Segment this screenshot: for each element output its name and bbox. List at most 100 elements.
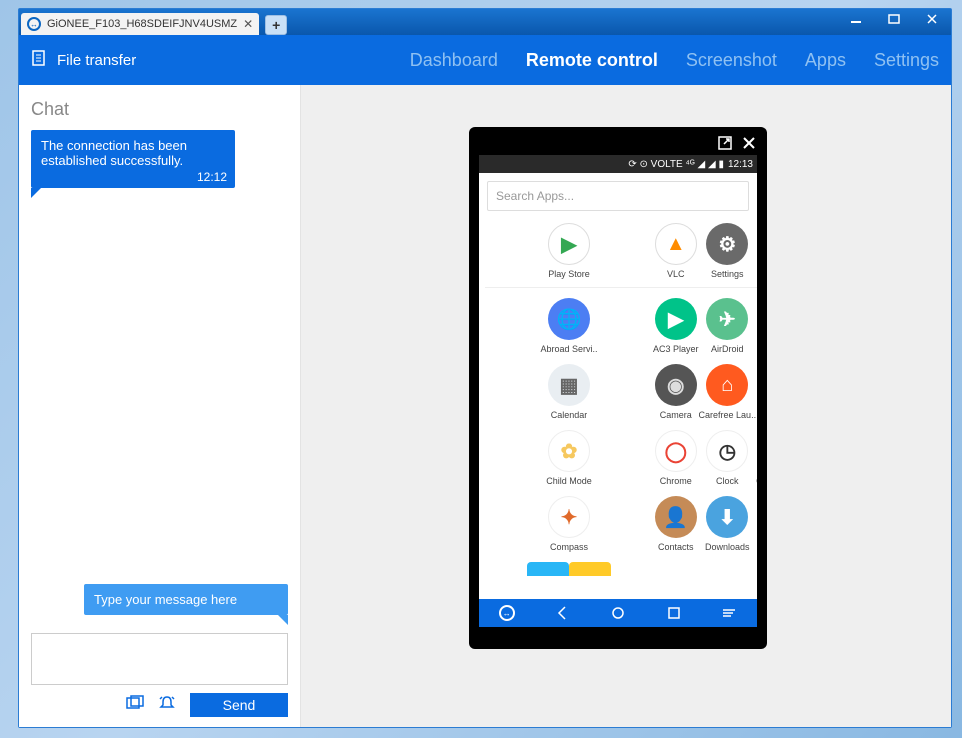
teamviewer-icon: ↔	[27, 17, 41, 31]
status-indicators: ⟳ ⊙ VOLTE ⁴ᴳ ◢ ◢ ▮	[628, 159, 724, 170]
status-time: 12:13	[728, 159, 753, 170]
chat-input[interactable]	[31, 633, 288, 685]
app-icon: ✈	[706, 298, 748, 340]
app-icon: ✦	[548, 496, 590, 538]
app-compass[interactable]: ✦ Compass	[485, 492, 653, 554]
app-item[interactable]	[611, 558, 653, 578]
app-label: Child Mode	[546, 476, 592, 486]
app-window: ↔ GiONEE_F103_H68SDEIFJNV4USMZ ✕ + File …	[18, 8, 952, 728]
device-screen[interactable]: ⟳ ⊙ VOLTE ⁴ᴳ ◢ ◢ ▮ 12:13 Search Apps... …	[479, 155, 757, 627]
app-airdroid[interactable]: ✈AirDroid	[699, 294, 757, 356]
app-calculator[interactable]: ≡Calculator	[756, 294, 757, 356]
app-icon: ⬇	[706, 496, 748, 538]
app-label: Abroad Servi..	[540, 344, 597, 354]
app-video[interactable]: ▶Video	[756, 219, 757, 281]
separator	[485, 287, 757, 288]
app-carefree-lau-[interactable]: ⌂Carefree Lau..	[699, 360, 757, 422]
app-drive[interactable]: ▲Drive	[756, 492, 757, 554]
attach-icon[interactable]	[126, 695, 144, 716]
tab-title: GiONEE_F103_H68SDEIFJNV4USMZ	[47, 18, 237, 30]
app-downloads[interactable]: ⬇Downloads	[699, 492, 757, 554]
device-close-icon[interactable]	[741, 135, 757, 156]
app-grid: ▶Play Store▲VLC⚙Settings▶Video🌐Abroad Se…	[485, 219, 751, 578]
device-search-apps[interactable]: Search Apps...	[487, 181, 749, 211]
body: Chat The connection has been established…	[19, 85, 951, 727]
app-clock[interactable]: ◷Clock	[699, 426, 757, 488]
navbar-teamviewer-icon[interactable]: ↔	[479, 605, 535, 621]
maximize-button[interactable]	[875, 9, 913, 29]
chat-hint-bubble: Type your message here	[84, 584, 288, 615]
app-row-partial	[485, 558, 653, 578]
app-icon: ⚙	[706, 223, 748, 265]
app-icon: ✿	[548, 430, 590, 472]
tab-apps[interactable]: Apps	[805, 50, 846, 71]
chat-sidebar: Chat The connection has been established…	[19, 85, 301, 727]
navbar-home-icon[interactable]	[590, 605, 646, 621]
tab-remote-control[interactable]: Remote control	[526, 50, 658, 71]
app-label: Compass	[550, 542, 588, 552]
app-drawer[interactable]: ▶Play Store▲VLC⚙Settings▶Video🌐Abroad Se…	[479, 219, 757, 619]
app-icon: ▦	[548, 364, 590, 406]
navbar-menu-icon[interactable]	[701, 605, 757, 621]
window-titlebar: ↔ GiONEE_F103_H68SDEIFJNV4USMZ ✕ +	[19, 9, 951, 35]
navbar-recent-icon[interactable]	[646, 605, 702, 621]
tab-settings[interactable]: Settings	[874, 50, 939, 71]
device-navbar: ↔	[479, 599, 757, 627]
tab-screenshot[interactable]: Screenshot	[686, 50, 777, 71]
close-button[interactable]	[913, 9, 951, 29]
app-icon: ◯	[655, 430, 697, 472]
toolbar: File transfer Dashboard Remote control S…	[19, 35, 951, 85]
app-vlc[interactable]: ▲VLC	[653, 219, 699, 281]
chat-bubble: The connection has been established succ…	[31, 130, 235, 188]
app-label: VLC	[667, 269, 685, 279]
chat-hint-text: Type your message here	[94, 592, 237, 607]
app-chrome[interactable]: ◯ Chrome	[653, 426, 699, 488]
app-calendar[interactable]: ▦Calendar	[485, 360, 653, 422]
search-placeholder: Search Apps...	[496, 189, 574, 203]
app-ac3-player[interactable]: ▶AC3 Player	[653, 294, 699, 356]
chat-title: Chat	[31, 99, 288, 120]
app-play-store[interactable]: ▶Play Store	[485, 219, 653, 281]
app-contacts[interactable]: 👤 Contacts	[653, 492, 699, 554]
app-settings[interactable]: ⚙ Settings	[699, 219, 757, 281]
app-cm-security[interactable]: ⛨CM Security	[756, 426, 757, 488]
tab-dashboard[interactable]: Dashboard	[410, 50, 498, 71]
app-camera[interactable]: ◉ Camera	[653, 360, 699, 422]
app-icon: 👤	[655, 496, 697, 538]
navbar-back-icon[interactable]	[535, 605, 591, 621]
tab-close-icon[interactable]: ✕	[243, 17, 253, 31]
new-tab-button[interactable]: +	[265, 15, 287, 35]
popout-icon[interactable]	[717, 135, 733, 156]
chat-bubble-time: 12:12	[197, 170, 227, 184]
app-label: CM Security	[756, 476, 757, 486]
app-icon: ◷	[706, 430, 748, 472]
file-transfer-button[interactable]: File transfer	[31, 49, 136, 71]
tab-row: ↔ GiONEE_F103_H68SDEIFJNV4USMZ ✕ +	[19, 9, 287, 35]
minimize-button[interactable]	[837, 9, 875, 29]
app-item[interactable]	[527, 558, 569, 578]
remote-view: ⟳ ⊙ VOLTE ⁴ᴳ ◢ ◢ ▮ 12:13 Search Apps... …	[301, 85, 951, 727]
app-label: Play Store	[548, 269, 590, 279]
app-abroad-servi-[interactable]: 🌐 Abroad Servi..	[485, 294, 653, 356]
send-button[interactable]: Send	[190, 693, 288, 717]
app-icon: ▶	[655, 298, 697, 340]
device-frame: ⟳ ⊙ VOLTE ⁴ᴳ ◢ ◢ ▮ 12:13 Search Apps... …	[469, 127, 767, 649]
nudge-icon[interactable]	[158, 695, 176, 716]
app-label: Settings	[711, 269, 744, 279]
device-statusbar: ⟳ ⊙ VOLTE ⁴ᴳ ◢ ◢ ▮ 12:13	[479, 155, 757, 173]
app-item[interactable]	[485, 558, 527, 578]
tab-device[interactable]: ↔ GiONEE_F103_H68SDEIFJNV4USMZ ✕	[21, 13, 259, 35]
app-child-mode[interactable]: ✿ Child Mode	[485, 426, 653, 488]
app-icon	[527, 562, 569, 576]
app-item[interactable]	[569, 558, 611, 578]
app-icon: ◉	[655, 364, 697, 406]
app-icon	[569, 562, 611, 576]
app-label: Contacts	[658, 542, 694, 552]
app-chameleon[interactable]: ◔Chameleon	[756, 360, 757, 422]
app-label: Carefree Lau..	[699, 410, 757, 420]
app-label: Chrome	[660, 476, 692, 486]
device-top-controls	[479, 135, 757, 155]
app-label: Camera	[660, 410, 692, 420]
app-icon: 🌐	[548, 298, 590, 340]
chat-actions: Send	[31, 693, 288, 717]
